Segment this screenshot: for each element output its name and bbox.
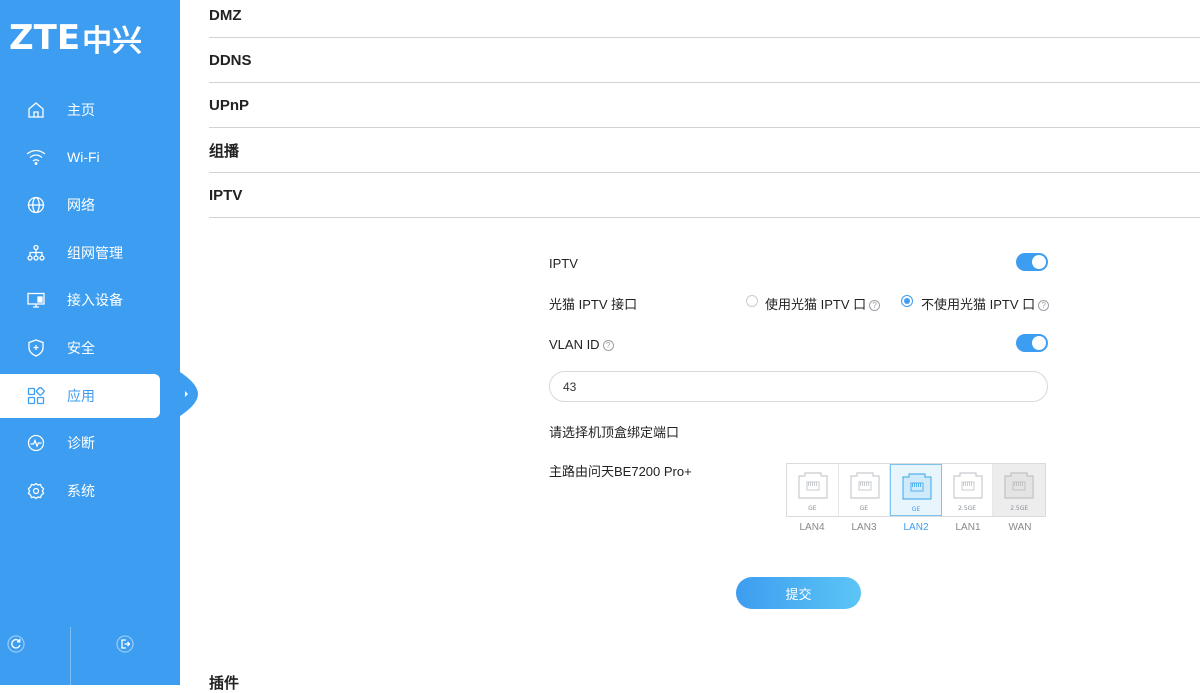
iptv-label: IPTV [549,256,578,271]
port-type-label: 2.5GE [958,505,977,512]
sidebar-item-label: 接入设备 [67,292,123,309]
radio-use-iptv-port[interactable] [746,295,758,307]
port-names: LAN4 LAN3 LAN2 LAN1 WAN [786,522,1046,533]
logout-icon[interactable] [116,635,136,655]
sidebar-item-security[interactable]: 安全 [0,324,180,372]
wifi-icon [26,147,46,167]
port-lan1[interactable]: 2.5GE [942,464,994,516]
vlan-toggle[interactable] [1016,334,1048,352]
logo-cn: 中兴 [82,24,143,59]
sidebar-item-label: 安全 [67,339,95,356]
submit-button[interactable]: 提交 [736,577,861,609]
help-icon[interactable]: ? [1038,300,1050,312]
ethernet-port-icon [902,473,932,500]
sidebar-item-mesh[interactable]: 组网管理 [0,229,180,277]
network-topology-icon [26,243,46,263]
ethernet-port-icon [1004,472,1034,499]
sidebar-nav: 主页 Wi-Fi 网络 组网管理 接入设备 安全 应用 诊断 系统 [0,86,180,515]
vlan-id-input[interactable]: 43 [549,371,1048,402]
sidebar-item-wifi[interactable]: Wi-Fi [0,134,180,182]
port-lan3[interactable]: GE [839,464,891,516]
port-name: LAN2 [903,522,929,533]
port-name: WAN [1008,522,1032,533]
sidebar-item-diagnose[interactable]: 诊断 [0,420,180,468]
help-icon[interactable]: ? [869,300,881,312]
sidebar-item-network[interactable]: 网络 [0,181,180,229]
iptv-port-label: 光猫 IPTV 接口 [549,297,638,312]
diagnose-icon [26,433,46,453]
sidebar-item-label: 主页 [67,101,95,118]
section-ddns[interactable]: DDNS [209,38,1200,83]
ethernet-port-icon [798,472,828,499]
port-selector: GE GE GE 2.5GE 2.5GE [786,463,1046,517]
logo-text: ZTE [9,18,81,58]
gear-icon [26,481,46,501]
port-type-label: GE [859,505,869,512]
port-name: LAN1 [955,522,981,533]
sidebar-item-label: 应用 [67,387,95,404]
help-icon[interactable]: ? [602,340,614,352]
sidebar-item-label: Wi-Fi [67,149,100,166]
main-content: DMZ DDNS UPnP 组播 IPTV [209,0,1200,218]
sidebar-footer [0,627,180,685]
section-plugins[interactable]: 插件 [209,672,239,693]
apps-grid-icon [26,386,46,406]
divider [70,627,71,685]
home-icon [26,100,46,120]
section-iptv[interactable]: IPTV [209,173,1200,218]
sidebar-item-home[interactable]: 主页 [0,86,180,134]
sidebar-item-system[interactable]: 系统 [0,467,180,515]
sidebar-item-apps[interactable]: 应用 [0,373,160,418]
port-lan2[interactable]: GE [890,464,942,516]
monitor-icon [26,290,46,310]
port-type-label: GE [911,506,921,513]
radio-not-use-iptv-port[interactable] [901,295,913,307]
sidebar-item-label: 系统 [67,482,95,499]
sidebar-item-label: 网络 [67,196,95,213]
option-not-use-label: 不使用光猫 IPTV 口? [921,294,1050,313]
port-lan4[interactable]: GE [787,464,839,516]
active-nav-arrow [180,372,198,416]
section-multicast[interactable]: 组播 [209,128,1200,173]
sidebar-item-label: 诊断 [67,435,95,452]
ethernet-port-icon [953,472,983,499]
port-type-label: 2.5GE [1010,505,1029,512]
port-name: LAN3 [851,522,877,533]
router-name-label: 主路由问天BE7200 Pro+ [549,464,692,479]
section-dmz[interactable]: DMZ [209,0,1200,38]
zte-logo: ZTE 中兴 [9,18,143,59]
port-wan: 2.5GE [993,464,1045,516]
iptv-toggle[interactable] [1016,253,1048,271]
globe-icon [26,195,46,215]
port-name: LAN4 [799,522,825,533]
bind-port-label: 请选择机顶盒绑定端口 [549,425,680,440]
option-use-label: 使用光猫 IPTV 口? [765,294,881,313]
ethernet-port-icon [849,472,880,499]
port-type-label: GE [808,505,817,512]
section-upnp[interactable]: UPnP [209,83,1200,128]
vlan-id-label: VLAN ID? [549,337,614,352]
sidebar: ZTE 中兴 主页 Wi-Fi 网络 组网管理 接入设备 安全 应用 诊断 系统 [0,0,180,685]
shield-icon [26,338,46,358]
refresh-icon[interactable] [7,635,27,655]
sidebar-item-devices[interactable]: 接入设备 [0,276,180,324]
sidebar-item-label: 组网管理 [67,244,123,261]
